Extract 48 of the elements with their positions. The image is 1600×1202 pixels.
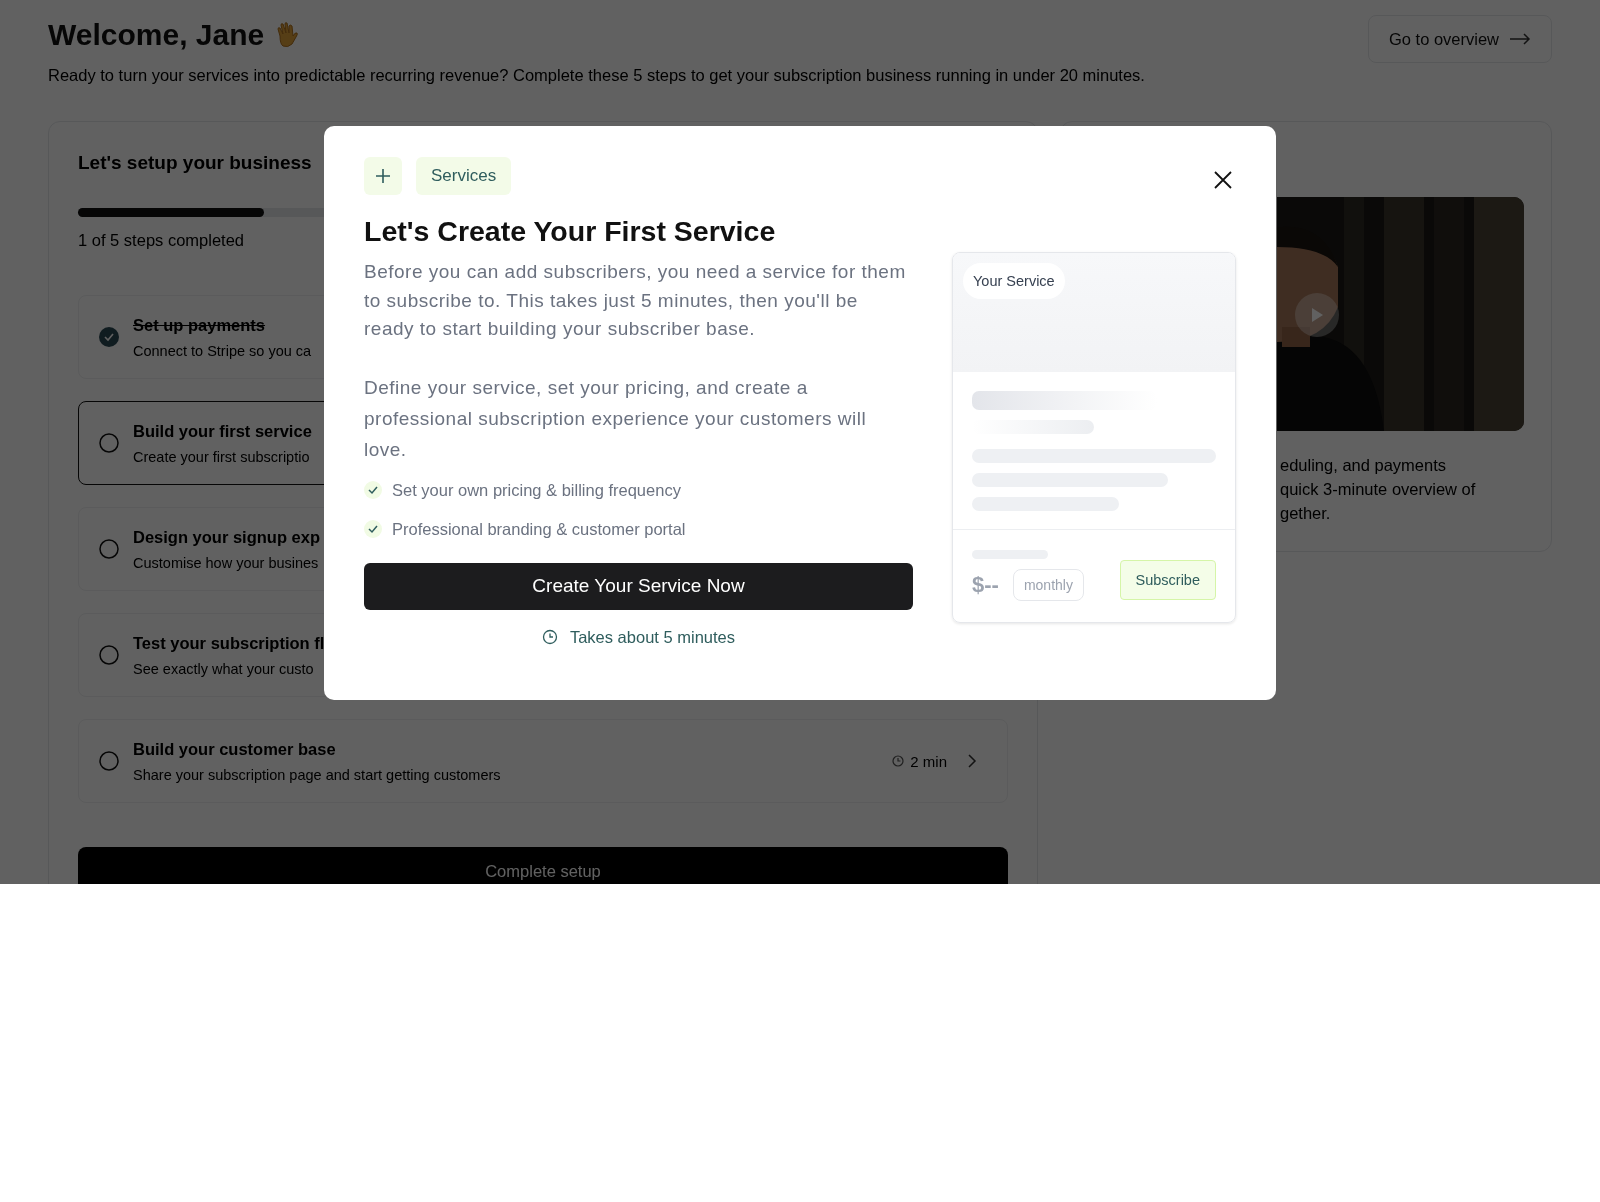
clock-icon [892,755,905,767]
play-icon [1310,307,1324,323]
page-subtitle: Ready to turn your services into predictable recurring revenue? Complete these 5 steps to get your subscription business running in under 20 minutes. [48,66,1145,85]
step-description: See exactly what your custo [133,660,314,677]
progress-text: 1 of 5 steps completed [78,231,244,250]
step-title: Build your customer base [133,739,336,759]
step-description: Share your subscription page and start getting customers [133,766,501,783]
modal-text: Define your service, set your pricing, and create a professional subscription experience your customers will love. [364,375,868,462]
create-service-button[interactable]: Create Your Service Now [364,562,913,610]
plus-icon [375,168,391,184]
duration-text: Takes about 5 minutes [569,627,736,647]
billing-period-chip: monthly [1012,569,1084,601]
modal-title: Let's Create Your First Service [364,215,777,248]
arrow-right-icon [1509,33,1531,45]
step-title: Build your first service [133,421,312,441]
step-title: Design your signup exp [133,527,321,547]
page-title: Welcome, Jane [48,18,265,52]
modal-text: Before you can add subscribers, you need a service for them to subscribe to. This takes just 5 minutes, then you'll be ready to start building your subscriber base. [364,260,907,341]
empty-circle-icon [99,433,119,453]
feature-text: Set your own pricing & billing frequency [392,480,681,500]
close-button[interactable] [1214,171,1232,189]
video-description: quick 3-minute overview of [1280,479,1476,500]
empty-circle-icon [99,751,119,771]
step-item[interactable]: Build your customer base Share your subscription page and start getting customers 2 min [78,719,1008,803]
clock-icon [541,629,558,645]
check-icon [364,481,382,499]
subscribe-button[interactable]: Subscribe [1119,560,1216,600]
step-title: Test your subscription fl [133,633,325,653]
card-title: Let's setup your business [78,152,312,174]
step-description: Connect to Stripe so you ca [133,342,312,359]
step-duration: 2 min [910,752,947,770]
check-circle-icon [99,327,119,347]
price-text: $-- [972,572,999,598]
empty-circle-icon [99,539,119,559]
chevron-right-icon [967,753,977,769]
video-description: gether. [1280,503,1331,524]
close-icon [1214,171,1232,189]
service-name-chip: Your Service [963,263,1065,299]
check-icon [364,520,382,538]
video-description: eduling, and payments [1280,455,1447,476]
complete-setup-button[interactable]: Complete setup [78,847,1008,884]
feature-text: Professional branding & customer portal [392,519,686,539]
category-badge: Services [416,157,512,195]
empty-circle-icon [99,645,119,665]
overview-button[interactable]: Go to overview [1367,15,1552,63]
step-description: Create your first subscriptio [133,448,310,465]
step-title: Set up payments [133,315,266,335]
step-description: Customise how your busines [133,554,319,571]
